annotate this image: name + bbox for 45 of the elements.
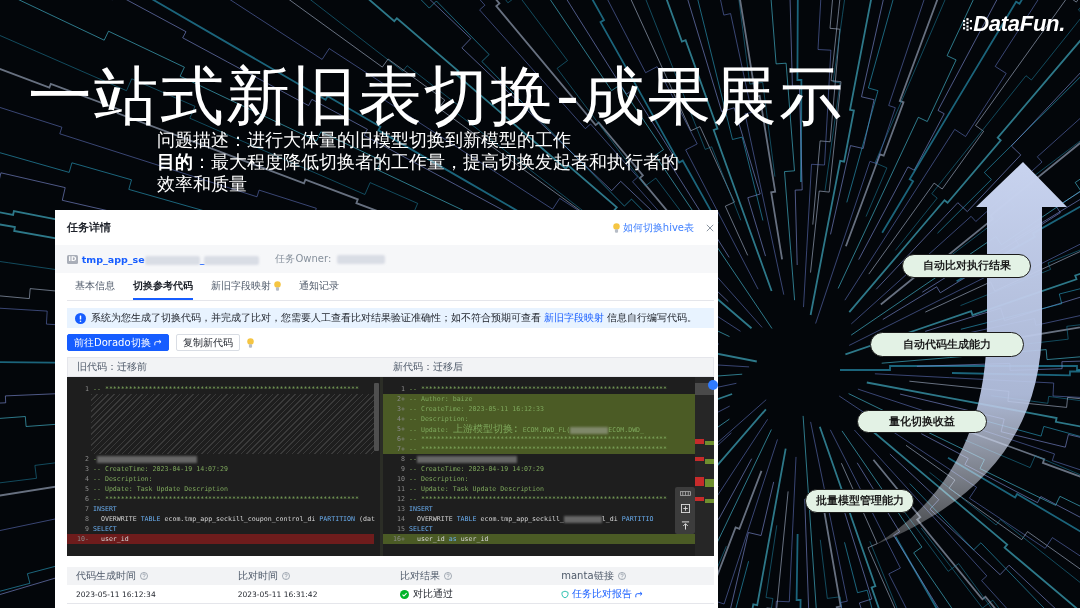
scrollbar[interactable]: [374, 383, 379, 451]
close-icon[interactable]: [706, 223, 714, 232]
info-icon: [75, 312, 86, 324]
round-button-icon[interactable]: [708, 380, 718, 390]
help-icon: [140, 572, 148, 580]
capability-pill: 量化切换收益: [857, 410, 987, 433]
owner-label: 任务Owner:: [275, 252, 332, 266]
help-link[interactable]: 如何切换hive表: [612, 220, 694, 235]
shield-icon: [561, 589, 570, 599]
drag-handle-icon[interactable]: [679, 491, 691, 496]
external-arrow-icon: [635, 590, 644, 598]
slide-title: 一站式新旧表切换-成果展示: [28, 63, 846, 129]
capability-pill: 批量模型管理能力: [805, 489, 914, 513]
notice-text: 系统为您生成了切换代码，并完成了比对，您需要人工查看比对结果验证准确性；如不符合预期可查看 新旧字段映射 信息自行编写代码。: [91, 311, 698, 325]
report-link[interactable]: 任务比对报告: [561, 587, 644, 601]
external-arrow-icon: [153, 339, 162, 346]
tab[interactable]: 切换参考代码: [133, 273, 193, 300]
lightbulb-icon: [246, 337, 254, 348]
plus-square-icon[interactable]: [680, 504, 690, 513]
panel-title: 任务详情: [67, 220, 111, 235]
tab[interactable]: 基本信息: [75, 273, 115, 300]
scroll-to-top-icon[interactable]: [680, 521, 690, 530]
logo-text: DataFun.: [973, 11, 1065, 37]
tab[interactable]: 通知记录: [299, 273, 339, 300]
pane-title: 旧代码：迁移前: [77, 360, 147, 374]
help-icon: [617, 572, 626, 580]
primary-button[interactable]: 前往Dorado切换: [67, 334, 169, 351]
logo-dots-icon: [963, 17, 973, 31]
capability-pill: 自动比对执行结果: [902, 254, 1031, 278]
task-id: tmp_app_se _: [81, 253, 260, 265]
lightbulb-icon: [612, 222, 620, 233]
secondary-button[interactable]: 复制新代码: [175, 334, 240, 351]
status-text: 对比通过: [412, 587, 453, 601]
field-mapping-link[interactable]: 新旧字段映射: [544, 312, 605, 323]
description-text: 问题描述：进行大体量的旧模型切换到新模型的工作: [157, 129, 572, 151]
column-header: 比对结果: [399, 569, 440, 583]
capability-pill: 自动代码生成能力: [870, 332, 1024, 357]
description-text: 目的：最大程度降低切换者的工作量，提高切换发起者和执行者的效率和质量: [157, 151, 680, 195]
help-icon: [281, 572, 290, 580]
column-header: 代码生成时间: [76, 569, 136, 583]
pane-title: 新代码：迁移后: [393, 360, 463, 374]
tab[interactable]: 新旧字段映射: [211, 273, 281, 300]
column-header: 比对时间: [237, 569, 278, 583]
column-header: manta链接: [561, 569, 614, 583]
help-icon: [443, 572, 452, 580]
